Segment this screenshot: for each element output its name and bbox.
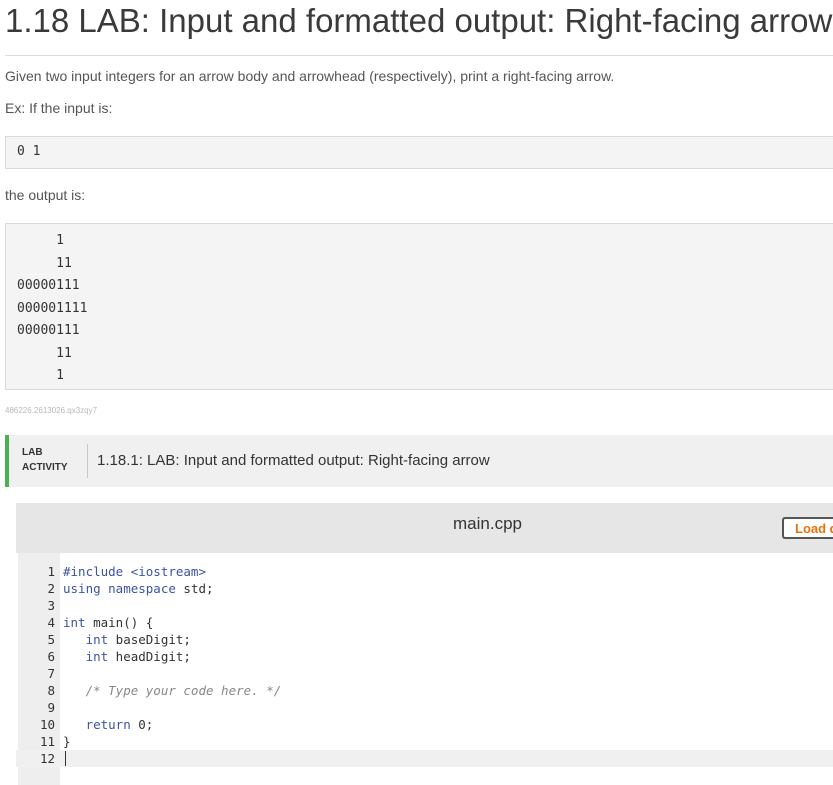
code-token: int	[85, 649, 109, 664]
line-number: 3	[47, 598, 55, 613]
code-lines[interactable]: 1 #include <iostream> 2 using namespace std…	[16, 563, 833, 767]
code-line[interactable]: 5 int baseDigit;	[16, 631, 833, 648]
code-token: int	[63, 615, 86, 630]
file-tab-main-cpp[interactable]: main.cpp	[453, 514, 522, 534]
example-output-line: 11	[17, 255, 72, 271]
example-intro: Ex: If the input is:	[5, 100, 113, 116]
code-area[interactable]: 1 #include <iostream> 2 using namespace std…	[16, 553, 833, 785]
code-text: return 0;	[63, 716, 154, 733]
editor-file-bar: main.cpp Load default template...	[16, 503, 833, 553]
example-input-box: 0 1	[5, 136, 833, 169]
line-number: 6	[47, 649, 55, 664]
code-token: return	[85, 717, 131, 732]
code-line[interactable]: 11}	[16, 733, 833, 750]
code-text: int headDigit;	[63, 648, 191, 665]
page-title: 1.18 LAB: Input and formatted output: Ri…	[5, 2, 833, 39]
code-text: int main() {	[63, 614, 153, 631]
example-output-box: 1 11 00000111 000001111 00000111 11 1	[5, 223, 833, 390]
load-default-template-button[interactable]: Load default template...	[782, 517, 833, 539]
code-token: using namespace	[63, 581, 176, 596]
line-number: 5	[47, 632, 55, 647]
line-number: 12	[39, 751, 55, 766]
code-line[interactable]: 10 return 0;	[16, 716, 833, 733]
text-cursor	[65, 751, 66, 766]
code-token: #include <iostream>	[63, 564, 206, 579]
title-divider	[5, 55, 833, 56]
output-intro: the output is:	[5, 187, 86, 203]
lab-activity-title: 1.18.1: LAB: Input and formatted output:…	[97, 452, 490, 469]
example-output-line: 00000111	[17, 278, 80, 293]
lab-tag-line2: ACTIVITY	[22, 462, 68, 473]
code-token: 0;	[130, 717, 154, 732]
line-number: 8	[47, 683, 55, 698]
line-number: 7	[47, 666, 55, 681]
code-line[interactable]: 9	[16, 699, 833, 716]
code-token: main() {	[85, 615, 154, 630]
code-editor: main.cpp Load default template... 1 #incl…	[16, 503, 833, 785]
code-text: #include <iostream>	[63, 563, 206, 580]
code-token: int	[85, 632, 109, 647]
code-line[interactable]: 8 /* Type your code here. */	[16, 682, 833, 699]
code-text: }	[63, 733, 71, 750]
line-number: 1	[47, 564, 55, 579]
code-line[interactable]: 12	[16, 750, 833, 767]
problem-description: Given two input integers for an arrow bo…	[5, 68, 615, 84]
code-token: std;	[175, 581, 214, 596]
line-number: 10	[39, 717, 55, 732]
code-line[interactable]: 2 using namespace std;	[16, 580, 833, 597]
lab-activity-tag: LAB ACTIVITY	[22, 445, 68, 475]
example-output-line: 000001111	[17, 300, 88, 316]
code-line[interactable]: 3	[16, 597, 833, 614]
code-text: /* Type your code here. */	[63, 682, 282, 699]
line-number: 4	[47, 615, 55, 630]
example-output-line: 1	[17, 368, 64, 383]
code-token: headDigit;	[108, 649, 191, 664]
lab-header-separator	[87, 444, 88, 478]
example-output-line: 1	[17, 233, 64, 248]
code-line[interactable]: 7	[16, 665, 833, 682]
code-text: int baseDigit;	[63, 631, 191, 648]
example-input-text: 0 1	[17, 144, 41, 159]
code-text: using namespace std;	[63, 580, 214, 597]
code-token: }	[63, 734, 71, 749]
code-token: /* Type your code here. */	[85, 683, 282, 698]
code-line[interactable]: 6 int headDigit;	[16, 648, 833, 665]
code-token: baseDigit;	[108, 632, 191, 647]
code-line[interactable]: 1 #include <iostream>	[16, 563, 833, 580]
line-number: 2	[47, 581, 55, 596]
example-output-line: 00000111	[17, 323, 80, 338]
line-number: 11	[39, 734, 55, 749]
code-line[interactable]: 4 int main() {	[16, 614, 833, 631]
lab-tag-line1: LAB	[22, 447, 43, 458]
activity-id: 486226.2613026.qx3zqy7	[5, 406, 98, 415]
lab-activity-header: LAB ACTIVITY 1.18.1: LAB: Input and form…	[5, 435, 833, 487]
line-number: 9	[47, 700, 55, 715]
example-output-line: 11	[17, 345, 72, 361]
